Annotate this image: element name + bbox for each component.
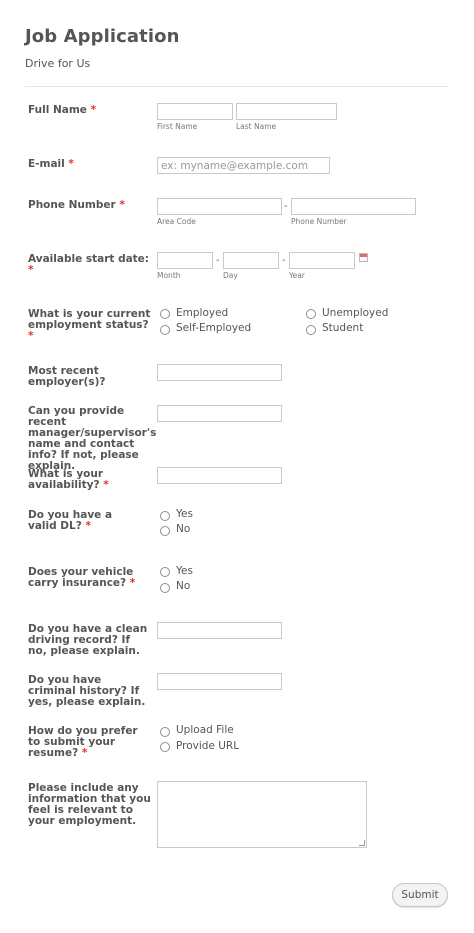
required-asterisk: *	[28, 264, 34, 276]
unemployed-radio[interactable]	[306, 309, 316, 319]
insurance-yes-option-label: Yes	[176, 565, 193, 577]
date-separator: -	[282, 255, 286, 266]
employed-radio[interactable]	[160, 309, 170, 319]
first-name-sublabel: First Name	[157, 122, 198, 131]
manager-info-input[interactable]	[157, 405, 282, 422]
availability-input[interactable]	[157, 467, 282, 484]
email-label: E-mail *	[28, 158, 74, 170]
email-input[interactable]	[157, 157, 330, 174]
additional-info-label: Please include any information that you …	[28, 782, 151, 827]
driving-record-label: Do you have a clean driving record? If n…	[28, 623, 148, 657]
required-asterisk: *	[81, 747, 88, 759]
self-employed-option-label: Self-Employed	[176, 322, 252, 334]
required-asterisk: *	[103, 479, 109, 491]
last-name-input[interactable]	[236, 103, 337, 120]
driving-record-input[interactable]	[157, 622, 282, 639]
day-sublabel: Day	[223, 271, 238, 280]
insurance-no-radio[interactable]	[160, 583, 170, 593]
month-sublabel: Month	[157, 271, 181, 280]
date-separator: -	[216, 255, 220, 266]
insurance-no-option-label: No	[176, 580, 191, 592]
year-input[interactable]	[289, 252, 355, 269]
area-code-input[interactable]	[157, 198, 282, 215]
provide-url-radio[interactable]	[160, 742, 170, 752]
manager-info-label: Can you provide recent manager/superviso…	[28, 405, 157, 472]
additional-info-textarea[interactable]	[157, 781, 367, 848]
form-subtitle: Drive for Us	[25, 57, 91, 70]
employed-option-label: Employed	[176, 307, 229, 319]
phone-label: Phone Number *	[28, 199, 125, 211]
month-input[interactable]	[157, 252, 213, 269]
form-header: Job Application Drive for Us	[25, 26, 448, 70]
criminal-history-label: Do you have criminal history? If yes, pl…	[28, 674, 146, 708]
valid-dl-label: Do you have a valid DL? *	[28, 509, 113, 532]
full-name-label: Full Name *	[28, 104, 97, 116]
required-asterisk: *	[85, 520, 91, 532]
start-date-label: Available start date: *	[28, 253, 150, 276]
insurance-label: Does your vehicle carry insurance? *	[28, 566, 136, 589]
dl-yes-option-label: Yes	[176, 508, 193, 520]
upload-file-radio[interactable]	[160, 727, 170, 737]
provide-url-option-label: Provide URL	[176, 740, 240, 752]
phone-number-sublabel: Phone Number	[291, 217, 347, 226]
header-divider	[25, 86, 448, 87]
year-sublabel: Year	[289, 271, 305, 280]
required-asterisk: *	[119, 199, 125, 211]
employer-input[interactable]	[157, 364, 282, 381]
phone-separator: -	[284, 201, 288, 212]
phone-number-input[interactable]	[291, 198, 416, 215]
resume-method-label: How do you prefer to submit your resume?…	[28, 725, 138, 759]
required-asterisk: *	[28, 330, 34, 342]
unemployed-option-label: Unemployed	[322, 307, 389, 319]
form-title: Job Application	[25, 26, 180, 47]
student-radio[interactable]	[306, 325, 316, 335]
employment-status-label: What is your current employment status? …	[28, 308, 151, 342]
insurance-yes-radio[interactable]	[160, 567, 170, 577]
resize-handle-icon[interactable]	[359, 840, 365, 846]
submit-button[interactable]: Submit	[392, 883, 448, 907]
required-asterisk: *	[68, 158, 74, 170]
dl-no-option-label: No	[176, 523, 191, 535]
calendar-icon[interactable]	[359, 253, 368, 262]
required-asterisk: *	[90, 104, 97, 116]
self-employed-radio[interactable]	[160, 325, 170, 335]
employer-label: Most recent employer(s)?	[28, 365, 106, 388]
availability-label: What is your availability? *	[28, 468, 109, 491]
last-name-sublabel: Last Name	[236, 122, 277, 131]
dl-no-radio[interactable]	[160, 526, 170, 536]
area-code-sublabel: Area Code	[157, 217, 196, 226]
upload-file-option-label: Upload File	[176, 724, 234, 736]
criminal-history-input[interactable]	[157, 673, 282, 690]
required-asterisk: *	[129, 577, 136, 589]
student-option-label: Student	[322, 322, 364, 334]
first-name-input[interactable]	[157, 103, 233, 120]
dl-yes-radio[interactable]	[160, 511, 170, 521]
day-input[interactable]	[223, 252, 279, 269]
